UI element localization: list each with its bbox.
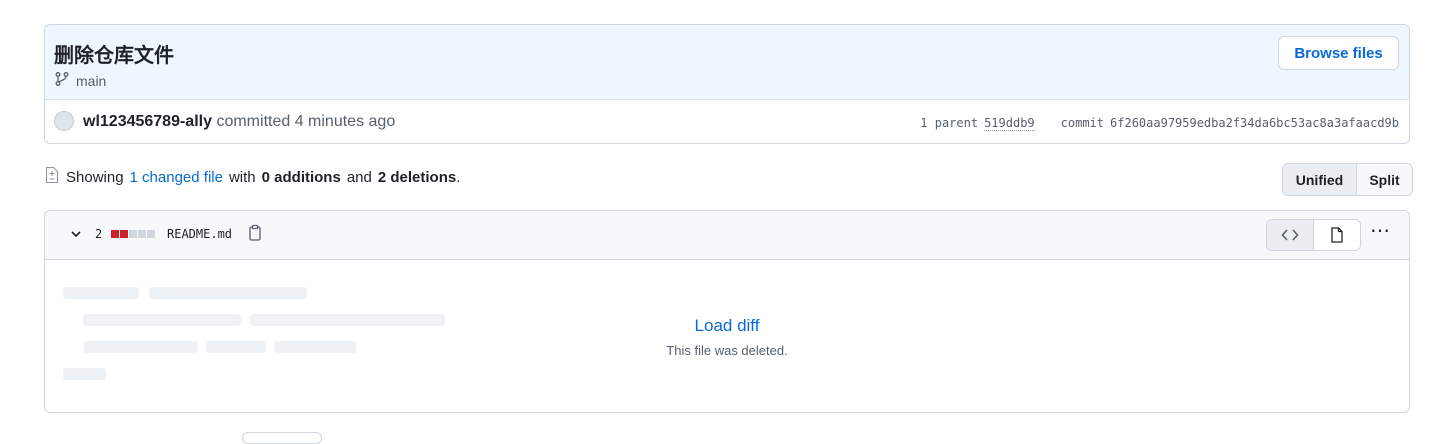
commit-meta: wl123456789-ally committed 4 minutes ago… [45, 99, 1409, 143]
and-text: and [346, 168, 372, 186]
git-branch-icon [54, 71, 70, 90]
changed-files-link[interactable]: 1 changed file [130, 169, 223, 186]
loading-placeholder [149, 287, 307, 299]
showing-text: Showing [66, 168, 124, 186]
diffstat-bar [111, 230, 155, 238]
diffstat-block [129, 230, 137, 238]
unified-view-button[interactable]: Unified [1283, 164, 1357, 195]
commit-header: 删除仓库文件 main Browse files wl123456789-all… [44, 24, 1410, 144]
branch-name: main [76, 72, 107, 89]
load-diff-button[interactable]: Load diff [45, 316, 1409, 336]
diffstat-block [147, 230, 155, 238]
author-link[interactable]: wl123456789-ally [83, 113, 212, 130]
file-diff-icon [44, 166, 60, 188]
committed-text: committed [216, 113, 291, 130]
diff-stats: Showing 1 changed file with 0 additions … [44, 166, 460, 188]
commit-title: 删除仓库文件 [54, 43, 174, 67]
file-deleted-note: This file was deleted. [666, 343, 788, 358]
file-name-link[interactable]: README.md [167, 227, 232, 241]
diffstat-block [111, 230, 119, 238]
file-view-toggle [1266, 219, 1361, 251]
file-diff: 2 README.md ⋯ Load diff This file was de… [44, 210, 1410, 413]
commit-title-area: 删除仓库文件 main Browse files [45, 25, 1409, 100]
period-text: . [456, 168, 461, 186]
loading-placeholder [63, 287, 139, 299]
copy-icon[interactable] [247, 224, 263, 247]
loading-placeholder [63, 368, 106, 380]
change-count: 2 [95, 227, 103, 241]
parent-sha-link[interactable]: 519ddb9 [984, 116, 1035, 131]
diffstat-block [138, 230, 146, 238]
sha-area: 1 parent 519ddb9 commit 6f260aa97959edba… [920, 116, 1399, 131]
diffstat-block [120, 230, 128, 238]
split-view-button[interactable]: Split [1357, 164, 1412, 195]
branch-indicator[interactable]: main [54, 71, 106, 90]
author-line: wl123456789-ally committed 4 minutes ago [83, 113, 395, 131]
browse-files-button[interactable]: Browse files [1278, 36, 1399, 70]
chevron-down-icon[interactable] [69, 227, 83, 246]
code-icon[interactable] [1267, 220, 1314, 250]
additions-count: 0 additions [261, 168, 341, 186]
file-icon[interactable] [1314, 220, 1360, 250]
deletions-count: 2 deletions [377, 168, 457, 186]
bottom-control[interactable] [242, 432, 322, 444]
kebab-icon[interactable]: ⋯ [1370, 221, 1391, 241]
avatar[interactable] [54, 111, 74, 131]
file-header: 2 README.md ⋯ [45, 211, 1409, 260]
commit-sha: 6f260aa97959edba2f34da6bc53ac8a3afaacd9b [1110, 116, 1399, 130]
view-mode-toggle: Unified Split [1282, 163, 1413, 196]
parent-label: 1 parent [920, 116, 979, 130]
commit-time: 4 minutes ago [294, 113, 396, 130]
commit-label: commit [1060, 116, 1105, 130]
with-text: with [228, 168, 256, 186]
